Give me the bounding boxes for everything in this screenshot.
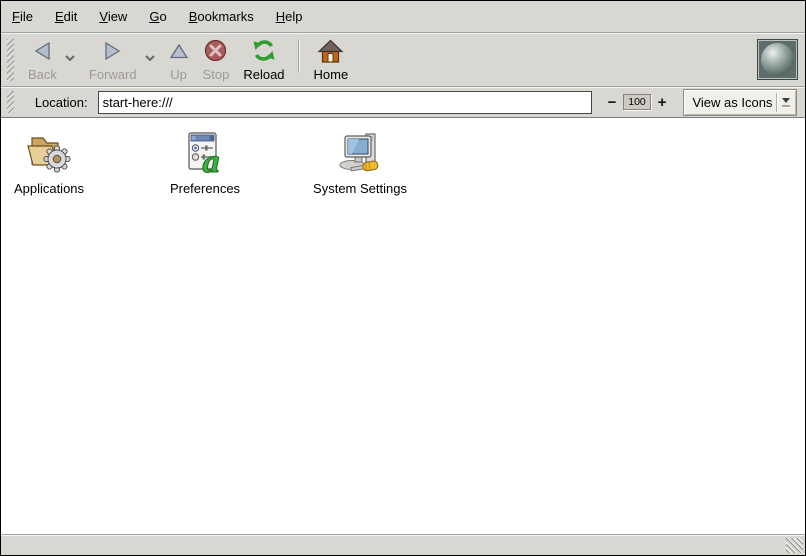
zoom-level-indicator[interactable]: 100 [623,94,650,110]
menu-bar: File Edit View Go Bookmarks Help [1,1,805,32]
home-icon [317,38,344,67]
throbber-sphere-icon [761,43,794,76]
menu-edit[interactable]: Edit [44,1,88,32]
toolbar: Back Forward [1,32,805,86]
applications-folder-icon [24,127,74,177]
icon-item-label: Applications [14,181,84,196]
preferences-icon: a [180,127,230,177]
resize-grip[interactable] [786,538,803,553]
icon-item-label: Preferences [170,181,240,196]
icon-item-preferences[interactable]: a Preferences [157,127,253,196]
toolbar-drag-handle[interactable] [7,39,14,81]
throbber [757,39,798,80]
menu-go[interactable]: Go [138,1,177,32]
chevron-down-icon [144,50,156,65]
status-bar [1,534,805,555]
menu-bookmarks[interactable]: Bookmarks [178,1,265,32]
forward-button[interactable]: Forward [82,36,144,84]
stop-button[interactable]: Stop [196,36,237,84]
forward-history-dropdown[interactable] [144,54,156,62]
dropdown-arrow-icon [782,98,792,107]
menu-view[interactable]: View [88,1,138,32]
zoom-in-button[interactable]: + [655,95,670,110]
location-bar: Location: − 100 + View as Icons [1,86,805,117]
back-history-dropdown[interactable] [64,54,76,62]
back-button[interactable]: Back [21,36,64,84]
zoom-out-button[interactable]: − [605,95,620,110]
icon-item-label: System Settings [313,181,407,196]
icon-item-applications[interactable]: Applications [1,127,97,196]
reload-button[interactable]: Reload [236,36,291,84]
reload-icon [250,37,278,67]
back-icon [32,40,53,65]
toolbar-separator [298,39,299,73]
svg-text:a: a [202,145,221,177]
icon-view: Applications a Prefe [1,117,805,534]
location-label: Location: [35,95,88,110]
icon-item-system-settings[interactable]: System Settings [312,127,408,196]
up-icon [169,42,189,63]
chevron-down-icon [64,50,76,65]
menu-help[interactable]: Help [265,1,314,32]
location-input[interactable] [98,91,592,114]
forward-icon [102,40,123,65]
menu-file[interactable]: File [1,1,44,32]
view-as-dropdown[interactable]: View as Icons [683,89,797,116]
system-settings-icon [335,127,385,177]
home-button[interactable]: Home [307,36,356,84]
up-button[interactable]: Up [162,36,196,84]
location-bar-drag-handle[interactable] [7,91,14,113]
stop-icon [204,39,227,65]
file-manager-window: File Edit View Go Bookmarks Help Back [0,0,806,556]
